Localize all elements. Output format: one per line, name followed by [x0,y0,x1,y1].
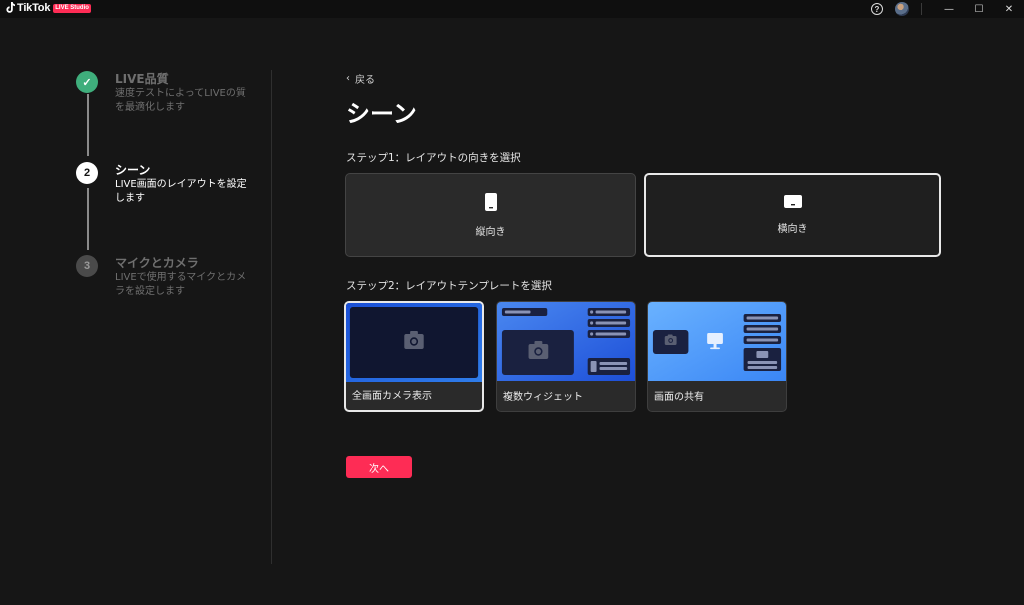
step-title: マイクとカメラ [115,256,199,270]
orientation-portrait-card[interactable]: 縦向き [345,173,636,257]
tiktok-note-icon [6,2,15,13]
portrait-phone-icon [484,192,497,211]
step-description: 速度テストによってLIVEの質を最適化します [115,88,246,113]
step-title: シーン [115,163,151,177]
template-preview [497,302,635,381]
camera-icon [664,334,677,345]
step2-label: ステップ2：レイアウトテンプレートを選択 [346,280,552,292]
template-label: 複数ウィジェット [503,392,583,403]
help-icon[interactable]: ? [871,3,883,15]
step-title: LIVE品質 [115,72,169,86]
check-icon: ✓ [76,71,98,93]
template-label: 画面の共有 [654,392,704,403]
maximize-button[interactable]: ☐ [964,0,994,18]
avatar[interactable] [895,2,909,16]
titlebar-divider [921,3,922,15]
next-button[interactable]: 次へ [346,456,412,478]
orientation-label: 縦向き [475,226,506,238]
orientation-label: 横向き [777,224,808,235]
orientation-landscape-card[interactable]: 横向き [644,173,941,257]
step-description: LIVEで使用するマイクとカメラを設定します [115,272,247,297]
vertical-divider [271,70,272,564]
step-description: LIVE画面のレイアウトを設定します [115,179,247,204]
chevron-left-icon: ‹ [346,73,350,84]
template-multiple-widgets[interactable]: 複数ウィジェット [496,301,636,412]
back-label: 戻る [355,75,375,86]
stepper-connector [87,188,89,250]
app-logo: TikTok LIVE Studio [6,2,91,14]
template-screen-share[interactable]: 画面の共有 [647,301,787,412]
template-preview [648,302,786,381]
close-button[interactable]: ✕ [994,0,1024,18]
step1-label: ステップ1：レイアウトの向きを選択 [346,152,521,164]
step-number: 2 [76,162,98,184]
template-label: 全画面カメラ表示 [352,391,432,402]
step-number: 3 [76,255,98,277]
back-link[interactable]: ‹ 戻る [346,71,375,86]
template-fullscreen-camera[interactable]: 全画面カメラ表示 [344,301,484,412]
app-name: TikTok [17,2,51,14]
page-title: シーン [346,100,417,128]
minimize-button[interactable]: — [934,0,964,18]
live-studio-badge: LIVE Studio [53,3,91,13]
template-preview [346,303,482,382]
title-bar: TikTok LIVE Studio ? — ☐ ✕ [0,0,1024,18]
landscape-screen-icon [783,195,802,208]
stepper-connector [87,94,89,156]
